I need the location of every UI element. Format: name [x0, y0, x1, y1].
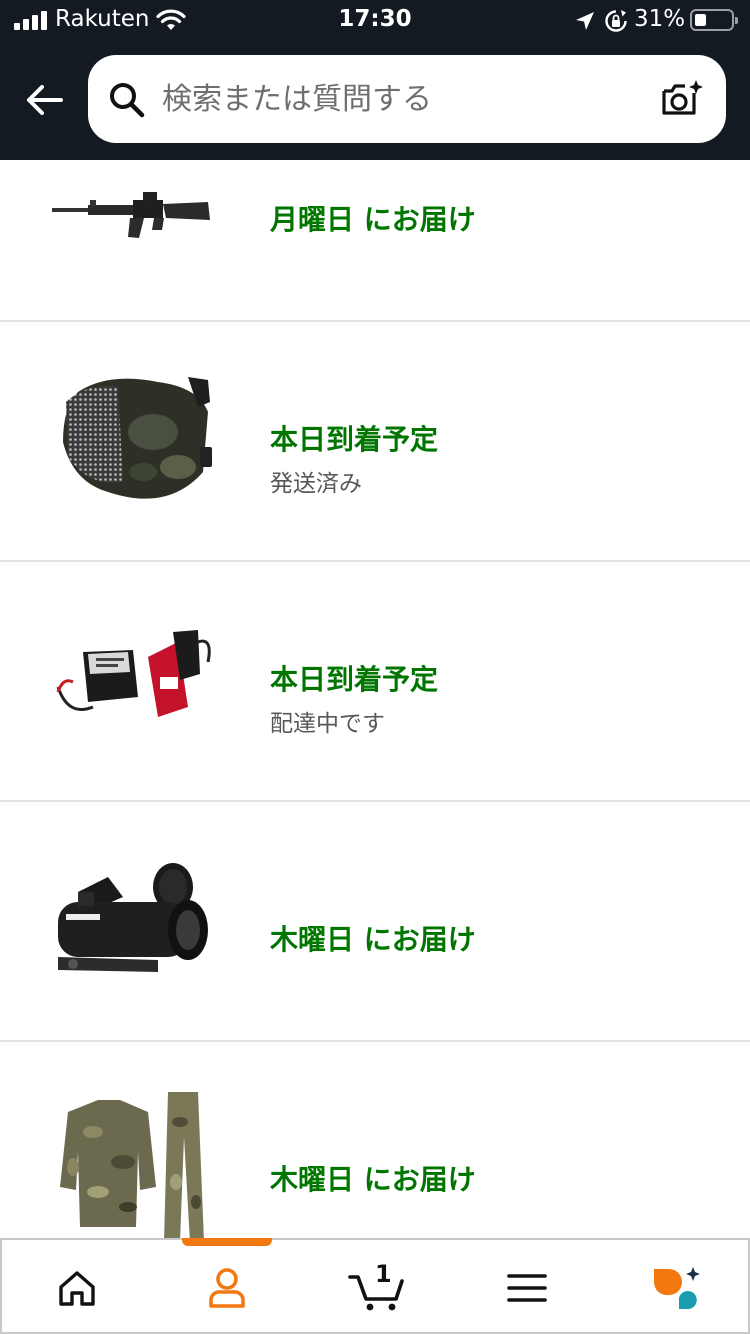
shipping-detail: 配達中です: [270, 711, 385, 737]
tab-menu[interactable]: [452, 1240, 602, 1334]
delivery-status: 木曜日 にお届け: [270, 1163, 476, 1196]
order-item-mesh-mask[interactable]: 本日到着予定 発送済み: [0, 322, 750, 562]
delivery-status: 本日到着予定: [270, 663, 439, 696]
mesh-mask-product-image: [63, 377, 212, 499]
tab-rufus[interactable]: [602, 1240, 750, 1334]
tab-account[interactable]: [152, 1240, 302, 1334]
camo-uniform-product-image: [60, 1092, 204, 1242]
orientation-lock-icon: [605, 10, 627, 32]
status-bar: Rakuten 17:30 31%: [0, 0, 750, 40]
order-item-battery-charger[interactable]: 本日到着予定 配達中です: [0, 562, 750, 802]
location-arrow-icon: [576, 12, 594, 30]
delivery-status: 月曜日 にお届け: [270, 203, 476, 236]
shipping-detail: 発送済み: [270, 471, 362, 497]
bottom-tab-bar: 1: [0, 1238, 750, 1334]
battery-level: [695, 14, 706, 26]
tab-home[interactable]: [2, 1240, 152, 1334]
cart-count-badge: 1: [375, 1260, 392, 1288]
delivery-status: 木曜日 にお届け: [270, 923, 476, 956]
chat-sparkle-icon: [653, 1267, 700, 1309]
home-icon: [59, 1271, 95, 1306]
rifle-product-image: [52, 192, 210, 238]
delivery-status: 本日到着予定: [270, 423, 439, 456]
red-dot-sight-product-image: [58, 863, 208, 972]
battery-icon: [690, 9, 738, 31]
hamburger-icon: [507, 1274, 547, 1302]
battery-percent: 31%: [634, 6, 686, 32]
person-icon: [209, 1268, 245, 1308]
order-item-rifle[interactable]: 月曜日 にお届け: [0, 80, 750, 322]
order-item-red-dot-sight[interactable]: 木曜日 にお届け: [0, 802, 750, 1042]
battery-charger-product-image: [56, 630, 211, 717]
